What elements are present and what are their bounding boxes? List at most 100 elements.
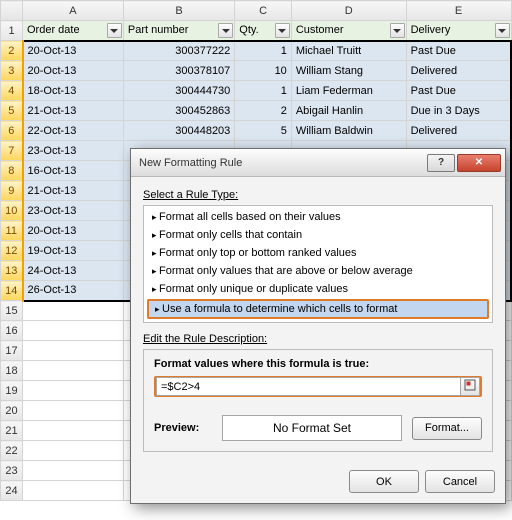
cell[interactable]: 16-Oct-13 [23,161,124,181]
close-button[interactable]: ✕ [457,154,501,172]
cell[interactable]: 23-Oct-13 [23,201,124,221]
ok-button[interactable]: OK [349,470,419,493]
cell[interactable] [23,301,124,321]
select-all-corner[interactable] [1,1,23,21]
cell[interactable]: 300378107 [123,61,234,81]
row-header[interactable]: 6 [1,121,23,141]
row-header[interactable]: 19 [1,381,23,401]
col-header-A[interactable]: A [23,1,124,21]
row-header[interactable]: 2 [1,41,23,61]
range-selector-button[interactable] [460,377,480,396]
row-header[interactable]: 11 [1,221,23,241]
cell[interactable] [23,321,124,341]
data-header-D[interactable]: Customer [291,21,406,41]
cell[interactable]: 300377222 [123,41,234,61]
filter-dropdown-icon[interactable] [218,23,233,38]
cell[interactable]: 21-Oct-13 [23,181,124,201]
filter-dropdown-icon[interactable] [390,23,405,38]
cell[interactable]: 22-Oct-13 [23,121,124,141]
cell[interactable] [23,461,124,481]
dialog-titlebar[interactable]: New Formatting Rule ? ✕ [131,149,505,177]
cell[interactable]: Due in 3 Days [406,101,511,121]
row-header[interactable]: 20 [1,401,23,421]
row-header[interactable]: 7 [1,141,23,161]
filter-dropdown-icon[interactable] [107,23,122,38]
cell[interactable]: William Baldwin [291,121,406,141]
formula-label: Format values where this formula is true… [154,358,482,370]
row-header[interactable]: 21 [1,421,23,441]
cell[interactable]: Delivered [406,121,511,141]
col-header-B[interactable]: B [123,1,234,21]
cell[interactable]: 2 [235,101,292,121]
data-header-C[interactable]: Qty. [235,21,292,41]
rule-type-item[interactable]: Use a formula to determine which cells t… [147,299,489,319]
cell[interactable]: 10 [235,61,292,81]
rule-type-item[interactable]: Format only unique or duplicate values [144,280,492,298]
row-header[interactable]: 5 [1,101,23,121]
cell[interactable] [23,381,124,401]
cell[interactable]: Michael Truitt [291,41,406,61]
rule-type-item[interactable]: Format all cells based on their values [144,208,492,226]
cell[interactable] [23,481,124,501]
cell[interactable]: Liam Federman [291,81,406,101]
row-header[interactable]: 15 [1,301,23,321]
cell[interactable] [23,341,124,361]
format-button[interactable]: Format... [412,417,482,440]
rule-type-item[interactable]: Format only top or bottom ranked values [144,244,492,262]
cell[interactable] [23,401,124,421]
filter-dropdown-icon[interactable] [495,23,510,38]
data-header-A[interactable]: Order date [23,21,124,41]
row-header[interactable]: 3 [1,61,23,81]
row-header[interactable]: 18 [1,361,23,381]
filter-dropdown-icon[interactable] [275,23,290,38]
cell[interactable]: Abigail Hanlin [291,101,406,121]
cell[interactable]: 21-Oct-13 [23,101,124,121]
cell[interactable]: 20-Oct-13 [23,221,124,241]
cell[interactable]: 1 [235,81,292,101]
cancel-button[interactable]: Cancel [425,470,495,493]
row-header[interactable]: 9 [1,181,23,201]
cell[interactable] [23,441,124,461]
data-header-E[interactable]: Delivery [406,21,511,41]
col-header-D[interactable]: D [291,1,406,21]
row-header[interactable]: 14 [1,281,23,301]
cell[interactable]: 300452863 [123,101,234,121]
data-header-B[interactable]: Part number [123,21,234,41]
row-header[interactable]: 10 [1,201,23,221]
row-header[interactable]: 23 [1,461,23,481]
row-header[interactable]: 1 [1,21,23,41]
cell[interactable]: 5 [235,121,292,141]
rule-type-item[interactable]: Format only values that are above or bel… [144,262,492,280]
cell[interactable] [23,361,124,381]
cell[interactable]: Past Due [406,81,511,101]
cell[interactable]: 20-Oct-13 [23,61,124,81]
cell[interactable]: 26-Oct-13 [23,281,124,301]
row-header[interactable]: 24 [1,481,23,501]
cell[interactable]: 20-Oct-13 [23,41,124,61]
row-header[interactable]: 12 [1,241,23,261]
cell[interactable]: Delivered [406,61,511,81]
row-header[interactable]: 8 [1,161,23,181]
rule-description-box: Format values where this formula is true… [143,349,493,452]
dialog-title: New Formatting Rule [139,157,425,169]
cell[interactable] [23,421,124,441]
row-header[interactable]: 4 [1,81,23,101]
rule-type-item[interactable]: Format only cells that contain [144,226,492,244]
col-header-C[interactable]: C [235,1,292,21]
row-header[interactable]: 16 [1,321,23,341]
cell[interactable]: William Stang [291,61,406,81]
row-header[interactable]: 13 [1,261,23,281]
col-header-E[interactable]: E [406,1,511,21]
cell[interactable]: 300448203 [123,121,234,141]
cell[interactable]: 1 [235,41,292,61]
cell[interactable]: 24-Oct-13 [23,261,124,281]
cell[interactable]: Past Due [406,41,511,61]
row-header[interactable]: 17 [1,341,23,361]
formula-input[interactable] [156,377,460,396]
cell[interactable]: 18-Oct-13 [23,81,124,101]
cell[interactable]: 23-Oct-13 [23,141,124,161]
cell[interactable]: 300444730 [123,81,234,101]
help-button[interactable]: ? [427,154,455,172]
cell[interactable]: 19-Oct-13 [23,241,124,261]
row-header[interactable]: 22 [1,441,23,461]
